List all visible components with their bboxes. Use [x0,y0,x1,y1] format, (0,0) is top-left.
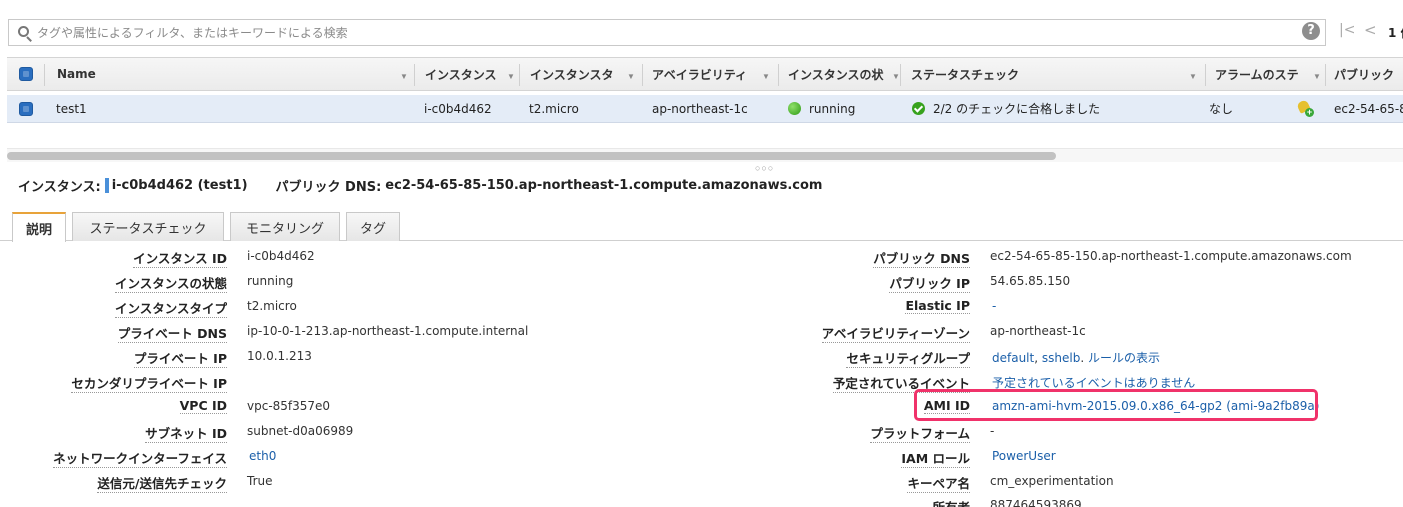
row-instance-state: running [788,95,855,122]
tab-status-check[interactable]: ステータスチェック [72,212,224,241]
iam-role-link[interactable]: PowerUser [992,449,1056,463]
running-status-icon [788,102,801,115]
column-header-instance-state[interactable]: インスタンスの状 [788,58,892,90]
filter-search-input[interactable] [37,20,1325,45]
detail-title: インスタンス: i-c0b4d462 (test1) パブリック DNS: ec… [18,176,822,195]
detail-tabs: 説明 ステータスチェック モニタリング タグ [0,211,1403,242]
field-label-subnet-id: サブネット ID [145,423,227,443]
field-value-instance-state: running [247,274,294,288]
column-header-public-dns[interactable]: パブリック [1334,58,1403,90]
row-select-checkbox[interactable] [19,102,33,116]
field-value-elastic-ip: - [992,299,997,313]
filter-search-bar[interactable] [8,19,1326,46]
select-all-checkbox[interactable] [19,67,33,81]
network-interface-link[interactable]: eth0 [249,449,276,463]
field-label-instance-state: インスタンスの状態 [114,273,227,293]
row-instance-type: t2.micro [529,101,579,116]
horizontal-scrollbar[interactable] [7,148,1403,162]
sort-caret-icon[interactable]: ▼ [762,72,770,81]
row-state-text: running [809,101,856,116]
field-value-instance-type: t2.micro [247,299,297,313]
detail-instance-label: インスタンス: [18,180,101,195]
field-label-key-pair: キーペア名 [907,473,970,493]
row-status-check-text: 2/2 のチェックに合格しました [933,102,1101,116]
sort-caret-icon[interactable]: ▼ [627,72,635,81]
field-label-iam-role: IAM ロール [901,448,970,468]
panel-resize-handle-icon[interactable]: ○○○ [755,163,774,173]
field-label-private-ip: プライベート IP [133,348,227,368]
help-icon[interactable]: ? [1302,22,1320,40]
security-group-sshelb-link[interactable]: sshelb [1042,351,1080,365]
column-header-instance-id[interactable]: インスタンス [425,58,507,90]
row-name: test1 [56,101,87,116]
field-label-owner: 所有者 [932,497,970,507]
field-label-source-dest-check: 送信元/送信先チェック [97,473,227,493]
field-value-private-ip: 10.0.1.213 [247,349,312,363]
tab-tags[interactable]: タグ [346,212,400,241]
column-header-availability-zone[interactable]: アベイラビリティ [652,58,762,90]
field-value-source-dest-check: True [247,474,273,488]
field-label-network-interface: ネットワークインターフェイス [53,448,227,468]
row-status-check: 2/2 のチェックに合格しました [912,95,1100,122]
pager-text: 1 件 [1388,26,1403,40]
row-public-dns: ec2-54-65-8 [1334,101,1403,116]
field-value-platform: - [990,424,995,438]
field-value-key-pair: cm_experimentation [990,474,1114,488]
field-label-vpc-id: VPC ID [179,398,227,414]
detail-dns-value: ec2-54-65-85-150.ap-northeast-1.compute.… [385,178,823,193]
field-label-private-dns: プライベート DNS [117,323,227,343]
pager-prev-button[interactable]: < [1364,21,1377,39]
table-row[interactable]: test1 i-c0b4d462 t2.micro ap-northeast-1… [7,95,1403,123]
row-alarm-status: なし [1209,102,1234,116]
sort-caret-icon[interactable]: ▼ [1189,72,1197,81]
field-value-owner: 887464593869 [990,498,1082,507]
ami-id-highlight-box [914,389,1318,421]
row-instance-id: i-c0b4d462 [424,101,492,116]
detail-dns-label: パブリック DNS: [275,180,382,195]
row-availability-zone: ap-northeast-1c [652,101,748,116]
sort-caret-icon[interactable]: ▼ [400,72,408,81]
instances-table-header: Name ▼ インスタンス ▼ インスタンスタ ▼ アベイラビリティ ▼ インス… [7,57,1403,91]
field-label-availability-zone: アベイラビリティーゾーン [821,323,970,343]
security-group-default-link[interactable]: default [992,351,1034,365]
tab-description[interactable]: 説明 [12,212,66,242]
field-label-platform: プラットフォーム [870,423,970,443]
field-label-public-dns: パブリック DNS [873,248,970,268]
field-label-secondary-private-ip: セカンダリプライベート IP [71,373,227,393]
field-value-public-dns: ec2-54-65-85-150.ap-northeast-1.compute.… [990,249,1352,263]
detail-instance-value: i-c0b4d462 (test1) [111,178,248,193]
field-value-instance-id: i-c0b4d462 [247,249,315,263]
tab-monitoring[interactable]: モニタリング [230,212,340,241]
field-value-subnet-id: subnet-d0a06989 [247,424,354,438]
field-label-public-ip: パブリック IP [889,273,970,293]
security-group-separator: . [1080,351,1085,365]
sort-caret-icon[interactable]: ▼ [892,72,900,81]
column-header-instance-type[interactable]: インスタンスタ [530,58,626,90]
search-icon [15,20,37,45]
add-alarm-icon[interactable]: + [1296,99,1314,117]
instance-marker-icon [104,178,109,193]
field-label-security-groups: セキュリティグループ [846,348,970,368]
column-header-alarm-status[interactable]: アラームのステ [1215,58,1313,90]
field-label-elastic-ip: Elastic IP [905,298,970,314]
view-rules-link[interactable]: ルールの表示 [1088,351,1160,365]
column-header-status-check[interactable]: ステータスチェック [911,58,1181,90]
field-value-security-groups: default, sshelb. ルールの表示 [992,349,1160,366]
field-value-private-dns: ip-10-0-1-213.ap-northeast-1.compute.int… [247,324,529,338]
column-header-name[interactable]: Name [57,58,397,90]
field-label-instance-type: インスタンスタイプ [114,298,227,318]
field-value-public-ip: 54.65.85.150 [990,274,1071,288]
field-value-availability-zone: ap-northeast-1c [990,324,1086,338]
sort-caret-icon[interactable]: ▼ [1313,72,1321,81]
field-value-vpc-id: vpc-85f357e0 [247,399,331,413]
scrollbar-thumb[interactable] [7,152,1056,160]
sort-caret-icon[interactable]: ▼ [507,72,515,81]
security-group-separator: , [1034,351,1039,365]
check-passed-icon [912,102,925,115]
field-label-instance-id: インスタンス ID [133,248,227,268]
pager-first-button[interactable]: |< [1339,22,1355,38]
